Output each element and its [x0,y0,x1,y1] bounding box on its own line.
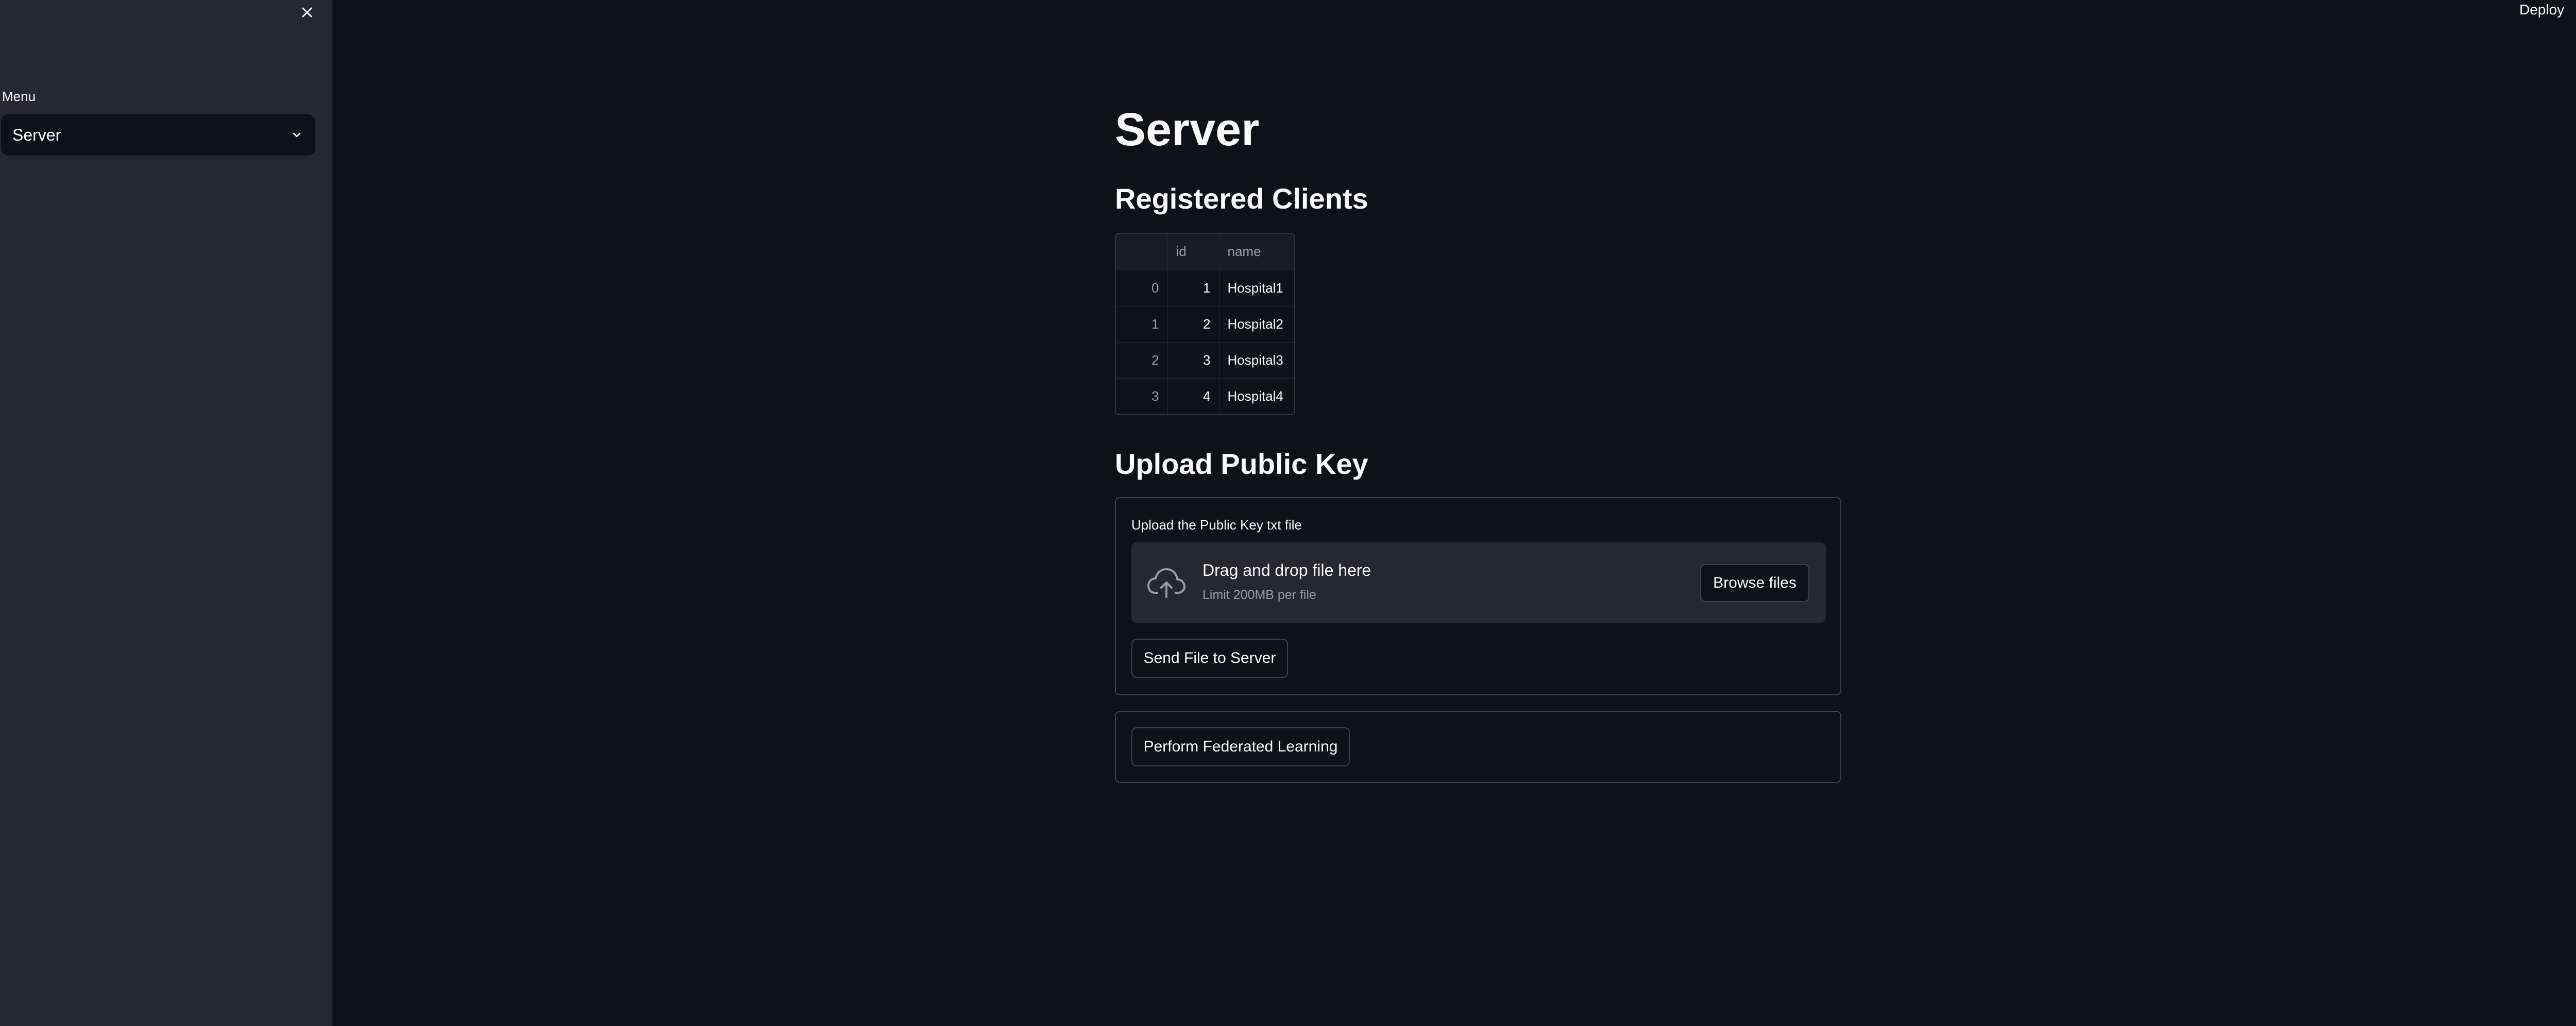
name-cell[interactable]: Hospital2 [1219,306,1294,343]
federated-learning-form: Perform Federated Learning [1115,711,1841,783]
name-cell[interactable]: Hospital4 [1219,378,1294,414]
close-icon[interactable] [297,2,317,23]
row-index-cell[interactable]: 1 [1116,306,1168,343]
upload-public-key-heading: Upload Public Key [1115,448,1368,480]
menu-select-value: Server [12,125,61,144]
menu-label: Menu [2,89,36,104]
clients-table: id name 0 1 Hospital1 1 2 Hospital2 2 3 [1116,234,1294,414]
table-row: 1 2 Hospital2 [1116,306,1294,343]
column-header-name[interactable]: name [1219,234,1294,270]
name-cell[interactable]: Hospital3 [1219,342,1294,379]
dropzone-title: Drag and drop file here [1202,561,1371,579]
table-row: 3 4 Hospital4 [1116,378,1294,414]
sidebar: Menu Server [0,0,332,1026]
id-cell[interactable]: 4 [1167,378,1219,414]
close-icon-glyph [302,7,312,18]
page-title: Server [1115,104,1260,156]
deploy-button[interactable]: Deploy [2519,0,2564,21]
id-cell[interactable]: 2 [1167,306,1219,343]
browse-files-button[interactable]: Browse files [1700,564,1809,602]
clients-dataframe[interactable]: id name 0 1 Hospital1 1 2 Hospital2 2 3 [1115,233,1295,415]
registered-clients-heading: Registered Clients [1115,182,1368,215]
upload-form: Upload the Public Key txt file Drag and … [1115,497,1841,695]
table-header-row: id name [1116,234,1294,270]
perform-federated-learning-button[interactable]: Perform Federated Learning [1131,727,1350,766]
table-row: 2 3 Hospital3 [1116,342,1294,379]
file-dropzone[interactable]: Drag and drop file here Limit 200MB per … [1131,542,1826,623]
name-cell[interactable]: Hospital1 [1219,270,1294,306]
column-header-id[interactable]: id [1167,234,1219,270]
id-cell[interactable]: 3 [1167,342,1219,379]
dropzone-limit: Limit 200MB per file [1202,588,1316,602]
menu-select[interactable]: Server [1,114,315,156]
id-cell[interactable]: 1 [1167,270,1219,306]
row-index-cell[interactable]: 2 [1116,342,1168,379]
table-row: 0 1 Hospital1 [1116,270,1294,306]
row-index-cell[interactable]: 3 [1116,378,1168,414]
cloud-upload-icon [1147,565,1186,601]
file-uploader-label: Upload the Public Key txt file [1131,517,1302,533]
send-file-to-server-button[interactable]: Send File to Server [1131,639,1288,678]
row-index-cell[interactable]: 0 [1116,270,1168,306]
chevron-down-icon [290,128,304,142]
column-header-index[interactable] [1116,234,1168,270]
